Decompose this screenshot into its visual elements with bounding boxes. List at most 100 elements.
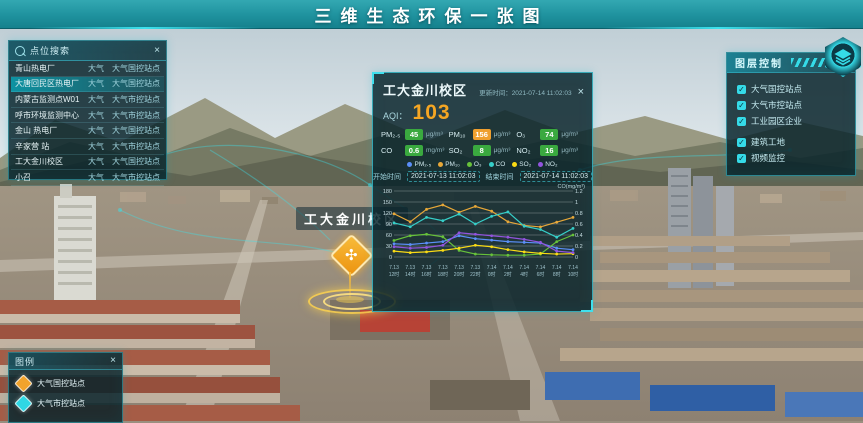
legend-title: 图例 (15, 355, 110, 368)
layer-item[interactable]: ✓ 大气市控站点 (737, 99, 847, 111)
chart-legend: PM₂.₅ PM₁₀ O₃ CO SO₂ NO₂ (373, 158, 592, 169)
layer-panel-title: 图层控制 (735, 55, 783, 70)
pollutant-unit: μg/m³ (494, 147, 511, 154)
legend-dot (407, 162, 412, 167)
chart-legend-item[interactable]: CO (489, 161, 506, 168)
station-list-item[interactable]: 小召 大气 大气市控站点 (11, 170, 164, 186)
chart-legend-item[interactable]: O₃ (467, 161, 482, 168)
svg-text:10时: 10时 (568, 271, 579, 278)
search-panel-title: 点位搜索 (30, 44, 154, 57)
update-time: 更新时间：2021-07-14 11:02:03 (479, 87, 577, 97)
update-time-label: 更新时间： (479, 90, 512, 97)
close-icon[interactable]: × (578, 87, 584, 97)
layer-item[interactable]: ✓ 工业园区企业 (737, 115, 847, 127)
pollutant-label: CO (381, 146, 402, 155)
chart-legend-item[interactable]: NO₂ (538, 161, 557, 168)
station-name: 大唐回民区热电厂 (15, 78, 88, 89)
legend-dot (467, 162, 472, 167)
station-category: 大气国控站点 (110, 63, 160, 74)
legend-titlebar: 图例 × (9, 353, 122, 370)
popup-title: 工大金川校区 (383, 80, 467, 99)
station-list-item[interactable]: 内蒙古监测点W01 大气 大气市控站点 (11, 92, 164, 108)
station-list-item[interactable]: 辛家营 站 大气 大气市控站点 (11, 139, 164, 155)
station-category: 大气市控站点 (110, 172, 160, 183)
svg-text:0.6: 0.6 (575, 222, 583, 228)
svg-text:0.4: 0.4 (575, 233, 583, 239)
legend-label: SO₂ (519, 161, 531, 168)
station-popup: 工大金川校区 更新时间：2021-07-14 11:02:03 × AQI： 1… (372, 72, 593, 312)
pollutant-item: CO 0.6 mg/m³ (381, 145, 449, 156)
chart-legend-item[interactable]: PM₁₀ (438, 161, 460, 168)
station-list-item[interactable]: 金山 热电厂 大气 大气国控站点 (11, 123, 164, 139)
station-category: 大气市控站点 (110, 94, 160, 105)
station-list-item[interactable]: 大唐回民区热电厂 大气 大气国控站点 (11, 77, 164, 93)
svg-text:4时: 4时 (520, 271, 528, 278)
pinwheel-icon: ✣ (345, 248, 358, 263)
start-time-label: 开始时间 (373, 172, 401, 182)
station-category: 大气国控站点 (110, 156, 160, 167)
pollutant-grid: PM₂.₅ 45 μg/m³ PM₁₀ 156 μg/m³ O₃ 74 μg/m… (373, 125, 592, 158)
diamond-marker-icon (14, 394, 32, 412)
station-list-item[interactable]: 青山热电厂 大气 大气国控站点 (11, 61, 164, 77)
pollutant-unit: μg/m³ (561, 131, 578, 138)
pollutant-label: NO₂ (516, 146, 537, 155)
station-name: 内蒙古监测点W01 (15, 94, 88, 105)
legend-dot (512, 162, 517, 167)
close-icon[interactable]: × (154, 46, 160, 56)
svg-text:7.13: 7.13 (405, 265, 415, 271)
svg-text:0: 0 (389, 255, 392, 261)
svg-text:0时: 0时 (488, 271, 496, 278)
pollutant-value-badge: 0.6 (405, 145, 423, 156)
station-name: 呼市环境监测中心 (15, 110, 88, 121)
station-type: 大气 (88, 156, 110, 167)
station-list-item[interactable]: 呼市环境监测中心 大气 大气市控站点 (11, 108, 164, 124)
legend-label: PM₁₀ (445, 161, 460, 168)
svg-text:20时: 20时 (454, 271, 465, 278)
aqi-row: AQI： 103 (373, 101, 592, 125)
svg-text:0.2: 0.2 (575, 244, 583, 250)
layer-item[interactable]: ✓ 建筑工地 (737, 136, 847, 148)
chart-legend-item[interactable]: PM₂.₅ (407, 161, 431, 168)
pollutant-value-badge: 16 (540, 145, 558, 156)
pollutant-item: O₃ 74 μg/m³ (516, 129, 584, 140)
svg-text:1: 1 (575, 200, 578, 206)
station-type: 大气 (88, 94, 110, 105)
checkbox-checked-icon[interactable]: ✓ (737, 138, 746, 147)
pollutant-trend-chart[interactable]: CO(mg/m³)1801.215011200.8900.6600.4300.2… (377, 183, 588, 299)
svg-text:7.14: 7.14 (568, 265, 578, 271)
legend-label: PM₂.₅ (414, 161, 431, 168)
layer-label: 大气国控站点 (751, 83, 802, 95)
layer-item[interactable]: ✓ 视频监控 (737, 152, 847, 164)
svg-text:14时: 14时 (405, 271, 416, 278)
pollutant-value-badge: 8 (473, 145, 491, 156)
svg-text:22时: 22时 (470, 271, 481, 278)
pollutant-unit: μg/m³ (561, 147, 578, 154)
end-time-label: 结束时间 (486, 172, 514, 182)
station-type: 大气 (88, 125, 110, 136)
app-header: 三维生态环保一张图 (0, 0, 863, 29)
svg-text:7.14: 7.14 (503, 265, 513, 271)
chart-legend-item[interactable]: SO₂ (512, 161, 531, 168)
svg-text:12时: 12时 (389, 271, 400, 278)
map-legend-panel: 图例 × 大气国控站点 大气市控站点 (8, 352, 123, 423)
start-time-input[interactable]: 2021-07-13 11:02:03 (407, 171, 479, 182)
pollutant-value-badge: 45 (405, 129, 423, 140)
checkbox-checked-icon[interactable]: ✓ (737, 117, 746, 126)
station-name: 小召 (15, 172, 88, 183)
aqi-label: AQI： (383, 109, 408, 122)
station-name: 辛家营 站 (15, 141, 88, 152)
end-time-input[interactable]: 2021-07-14 11:02:03 (520, 171, 592, 182)
layer-item[interactable]: ✓ 大气国控站点 (737, 83, 847, 95)
decorative-slashes (791, 58, 825, 67)
svg-text:7.13: 7.13 (389, 265, 399, 271)
checkbox-checked-icon[interactable]: ✓ (737, 101, 746, 110)
station-list-item[interactable]: 工大金川校区 大气 大气国控站点 (11, 155, 164, 171)
legend-label: CO (496, 161, 506, 168)
checkbox-checked-icon[interactable]: ✓ (737, 154, 746, 163)
checkbox-checked-icon[interactable]: ✓ (737, 85, 746, 94)
close-icon[interactable]: × (110, 356, 116, 366)
station-name: 金山 热电厂 (15, 125, 88, 136)
svg-text:7.13: 7.13 (422, 265, 432, 271)
layer-label: 工业园区企业 (751, 115, 802, 127)
pollutant-value-badge: 74 (540, 129, 558, 140)
